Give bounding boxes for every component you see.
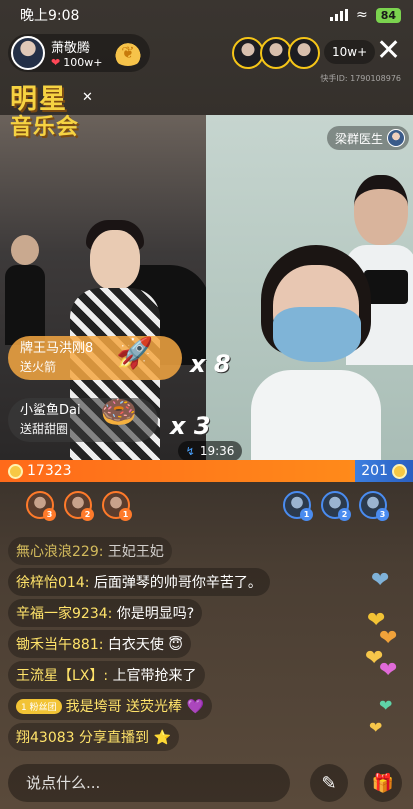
status-bar: 晚上9:08 ≈ 84 — [0, 0, 413, 30]
rocket-gift-icon: 🚀 — [116, 336, 154, 371]
heart-icon: ❤ — [371, 568, 390, 593]
chat-list[interactable]: 無心浪浪229: 王妃王妃 徐梓怡014: 后面弹琴的帅哥你辛苦了。 辛福一家9… — [8, 537, 308, 754]
pk-left: 17323 — [0, 460, 355, 482]
host-info: 萧敬腾 ❤ 100w+ — [51, 37, 108, 69]
floating-hearts: ❤ ❤ ❤ ❤ ❤ ❤ ❤ — [365, 568, 405, 748]
gift-icon[interactable]: 🎁 — [364, 764, 402, 802]
supporter-avatar[interactable]: 1 — [102, 491, 132, 521]
partner-video — [206, 115, 413, 460]
show-logo: 明星 音乐会 — [10, 84, 80, 141]
room-id: 快手ID: 1790108976 — [320, 74, 401, 83]
fan-club-badge: 1 粉丝团 — [16, 699, 62, 714]
wifi-icon: ≈ — [355, 7, 368, 23]
battery-icon: 84 — [375, 7, 401, 23]
vs-icon: ↯ — [185, 444, 195, 458]
pk-score-bar: 17323 201 — [0, 460, 413, 482]
status-icons: ≈ 84 — [329, 7, 401, 23]
chat-message[interactable]: 锄禾当午881: 白衣天使 😇 — [8, 630, 191, 658]
partner-name: 梁群医生 — [335, 131, 384, 146]
supporter-avatar[interactable]: 2 — [64, 491, 94, 521]
host-likes-count: 100w+ — [63, 56, 103, 69]
left-supporters[interactable]: 3 2 1 — [26, 491, 132, 521]
gift-notice: 牌王马洪刚8 送火箭 — [8, 336, 182, 380]
pk-right-score: 201 — [361, 463, 388, 479]
comment-input[interactable]: 说点什么... — [8, 764, 290, 802]
host-info-pill[interactable]: 萧敬腾 ❤ 100w+ ❦ — [8, 34, 150, 72]
chat-message[interactable]: 1 粉丝团 我是垮哥 送荧光棒 💜 — [8, 692, 212, 720]
chat-message[interactable]: 翔43083 分享直播到 ⭐ — [8, 723, 179, 751]
pianist-image — [5, 235, 45, 345]
follow-hands-icon[interactable]: ❦ — [112, 40, 144, 66]
viewer-count[interactable]: 10w+ — [324, 40, 376, 64]
signal-icon — [329, 9, 348, 21]
top-viewers[interactable] — [232, 37, 320, 69]
pk-right: 201 — [355, 460, 413, 482]
logo-close-icon[interactable]: ✕ — [82, 90, 93, 105]
viewer-avatar[interactable] — [288, 37, 320, 69]
supporter-avatar[interactable]: 3 — [359, 491, 389, 521]
pk-timer: ↯ 19:36 — [178, 441, 242, 461]
doctor-masked-image — [251, 245, 381, 460]
chat-message[interactable]: 徐梓怡014: 后面弹琴的帅哥你辛苦了。 — [8, 568, 270, 596]
supporter-avatar[interactable]: 2 — [321, 491, 351, 521]
host-likes: ❤ 100w+ — [51, 56, 108, 69]
host-avatar[interactable] — [11, 36, 45, 70]
right-supporters[interactable]: 1 2 3 — [283, 491, 389, 521]
coin-icon — [392, 463, 407, 479]
coin-icon — [8, 463, 23, 479]
heart-icon: ❤ — [369, 718, 383, 737]
heart-icon: ❤ — [379, 658, 398, 683]
chat-message[interactable]: 辛福一家9234: 你是明显吗? — [8, 599, 203, 627]
supporter-avatar[interactable]: 3 — [26, 491, 56, 521]
clock: 晚上9:08 — [20, 8, 80, 24]
pk-left-score: 17323 — [27, 463, 72, 479]
host-name: 萧敬腾 — [51, 41, 91, 56]
donut-gift-icon: 🍩 — [100, 395, 138, 430]
chat-message[interactable]: 王流星【LX】: 上官带抢来了 — [8, 661, 205, 689]
supporter-avatar[interactable]: 1 — [283, 491, 313, 521]
timer-value: 19:36 — [199, 444, 235, 458]
heart-icon: ❤ — [379, 696, 393, 715]
partner-avatar[interactable] — [387, 129, 406, 147]
chat-message[interactable]: 無心浪浪229: 王妃王妃 — [8, 537, 172, 565]
share-icon[interactable]: ✎ — [310, 764, 348, 802]
gift-combo: x 3 — [170, 412, 211, 440]
heart-icon: ❤ — [51, 56, 61, 69]
close-icon[interactable]: ✕ — [376, 36, 401, 66]
partner-tag[interactable]: 梁群医生 — [327, 126, 410, 150]
gift-combo: x 8 — [190, 350, 231, 378]
